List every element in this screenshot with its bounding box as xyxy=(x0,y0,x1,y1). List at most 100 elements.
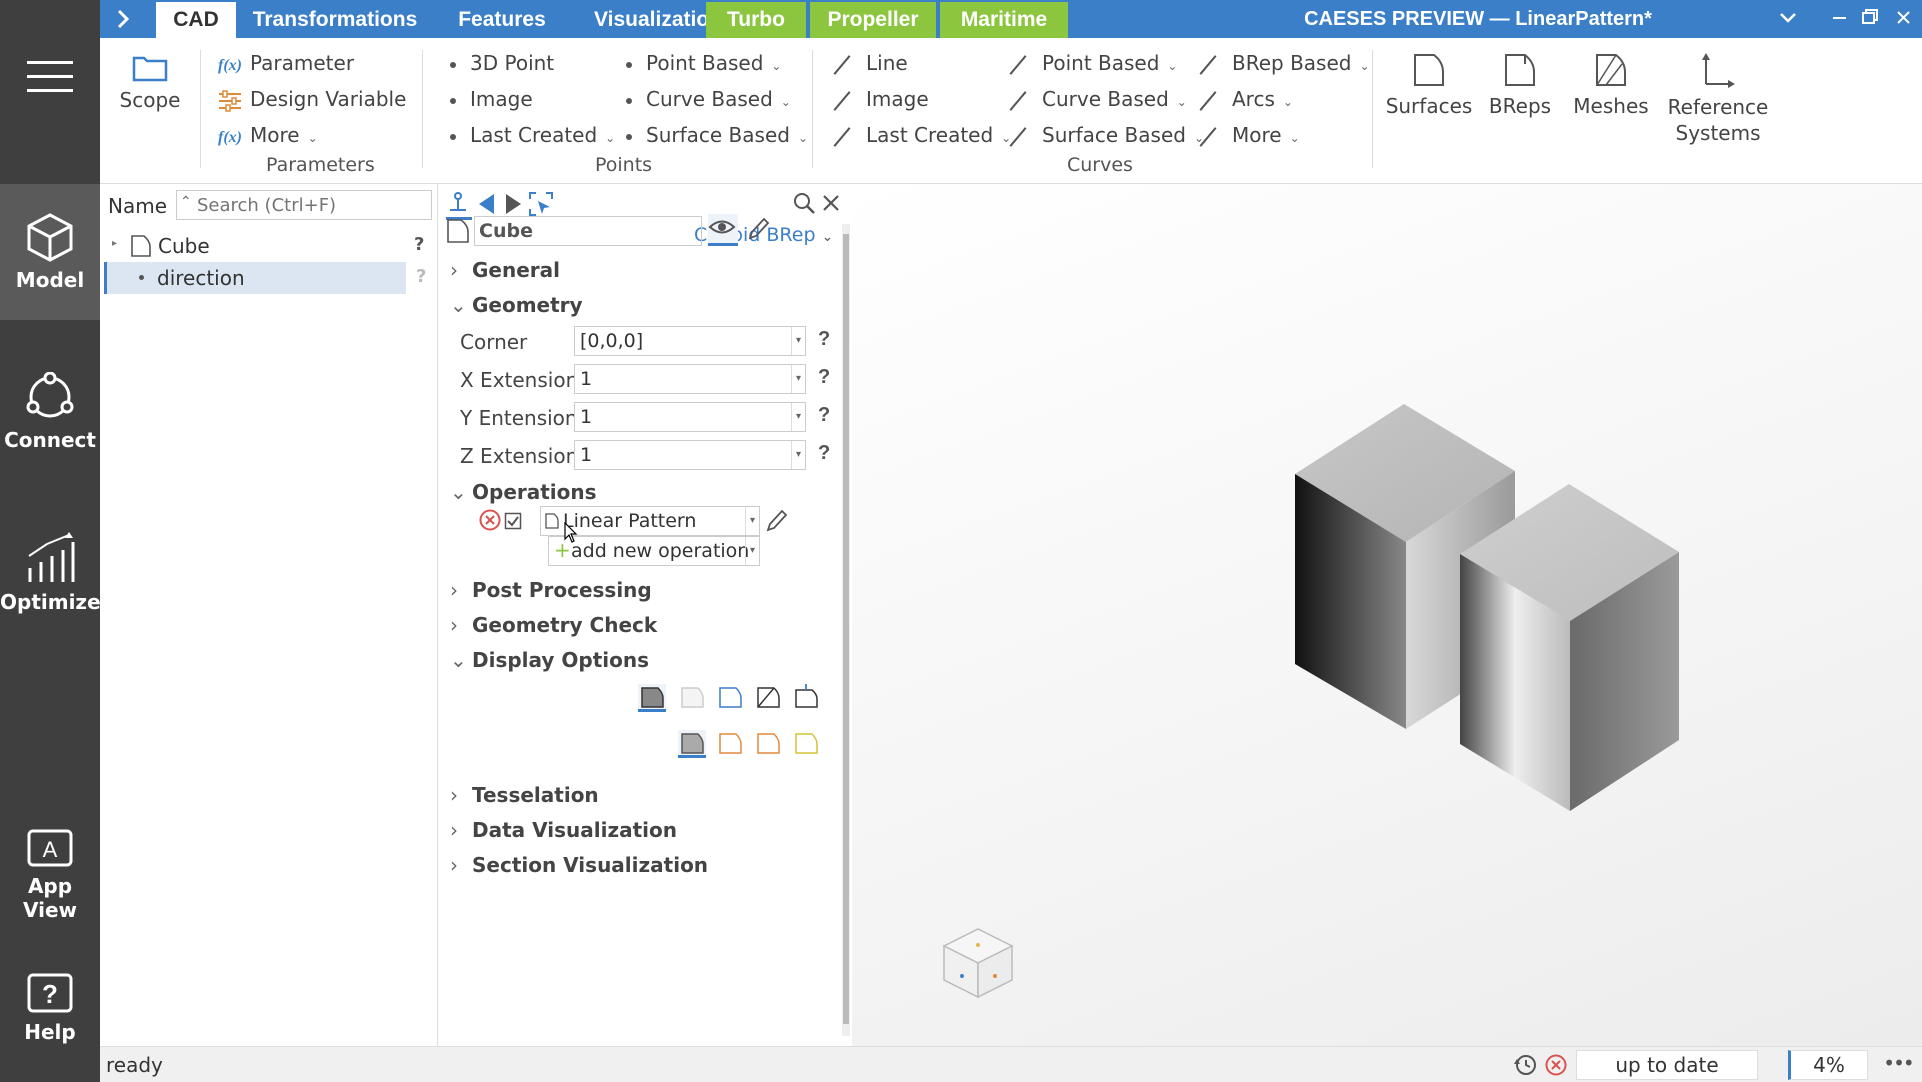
viewport-canvas[interactable] xyxy=(852,184,1922,1046)
display-normals-button[interactable] xyxy=(792,684,820,712)
more-parameters-button[interactable]: f(x) More ⌄ xyxy=(218,123,318,147)
display-mesh-button[interactable] xyxy=(754,684,782,712)
dropdown-arrow-icon[interactable]: ▾ xyxy=(791,365,805,393)
surface-based-point-button[interactable]: Surface Based ⌄ xyxy=(626,123,808,147)
display-transparent-button[interactable] xyxy=(678,684,706,712)
menu-button[interactable] xyxy=(0,56,100,116)
tab-features[interactable]: Features xyxy=(436,2,568,38)
more-options-button[interactable]: ••• xyxy=(1880,1051,1916,1075)
design-variable-button[interactable]: Design Variable xyxy=(218,87,406,112)
point-based-point-button[interactable]: Point Based ⌄ xyxy=(626,51,781,75)
search-button[interactable] xyxy=(792,191,816,215)
back-button[interactable] xyxy=(476,192,498,216)
display-color-grey-button[interactable] xyxy=(678,730,706,758)
y-extension-field[interactable]: 1 ▾ xyxy=(574,402,806,432)
section-tesselation[interactable]: › Tesselation xyxy=(450,783,599,807)
tab-maritime[interactable]: Maritime xyxy=(940,2,1068,38)
breps-button[interactable]: BReps xyxy=(1480,52,1560,118)
surfaces-button[interactable]: Surfaces xyxy=(1384,52,1474,118)
3d-point-button[interactable]: 3D Point xyxy=(450,51,554,75)
cube-2[interactable] xyxy=(1460,484,1679,811)
rail-app-view[interactable]: A App View xyxy=(0,828,100,928)
z-extension-help-icon[interactable]: ? xyxy=(818,442,830,465)
display-shaded-button[interactable] xyxy=(638,684,666,712)
tab-turbo[interactable]: Turbo xyxy=(706,2,806,38)
section-general[interactable]: › General xyxy=(450,258,560,282)
collapse-toggle-icon[interactable]: ▸ xyxy=(112,238,117,249)
tree-search-box[interactable]: ⌃ xyxy=(176,190,432,220)
dropdown-arrow-icon[interactable]: ▾ xyxy=(791,403,805,431)
tree-help-icon[interactable]: ? xyxy=(414,234,424,255)
parameter-button[interactable]: f(x) Parameter xyxy=(218,51,354,75)
cancel-update-button[interactable] xyxy=(1544,1053,1568,1077)
dropdown-arrow-icon[interactable]: ▾ xyxy=(745,507,759,535)
arcs-button[interactable]: Arcs ⌄ xyxy=(1196,87,1293,111)
line-button[interactable]: Line xyxy=(830,51,908,75)
brep-based-curve-button[interactable]: BRep Based ⌄ xyxy=(1196,51,1370,75)
corner-help-icon[interactable]: ? xyxy=(818,328,830,351)
history-button[interactable] xyxy=(1512,1052,1538,1078)
display-color-orange-button[interactable] xyxy=(716,730,744,758)
section-geometry-check[interactable]: › Geometry Check xyxy=(450,613,657,637)
tree-item-cube[interactable]: ▸ Cube ? xyxy=(100,230,438,262)
tree-help-icon[interactable]: ? xyxy=(416,266,426,287)
corner-field[interactable]: [0,0,0] ▾ xyxy=(574,326,806,356)
rail-optimize[interactable]: Optimize xyxy=(0,532,101,632)
minimize-button[interactable] xyxy=(1826,0,1854,38)
tab-transformations[interactable]: Transformations xyxy=(240,2,430,38)
point-based-curve-button[interactable]: Point Based ⌄ xyxy=(1006,51,1177,75)
y-extension-help-icon[interactable]: ? xyxy=(818,404,830,427)
curve-based-point-button[interactable]: Curve Based ⌄ xyxy=(626,87,791,111)
display-color-yellow-button[interactable] xyxy=(792,730,820,758)
surface-based-curve-button[interactable]: Surface Based ⌄ xyxy=(1006,123,1204,147)
restore-button[interactable] xyxy=(1856,0,1884,38)
section-operations[interactable]: ⌄ Operations xyxy=(450,480,597,504)
pin-button[interactable] xyxy=(446,190,472,220)
remove-operation-button[interactable] xyxy=(478,508,502,532)
dropdown-arrow-icon[interactable]: ▾ xyxy=(791,441,805,469)
image-curve-button[interactable]: Image xyxy=(830,87,929,111)
meshes-button[interactable]: Meshes xyxy=(1566,52,1656,118)
tree-search-input[interactable] xyxy=(197,193,427,217)
forward-button[interactable] xyxy=(502,192,524,216)
sort-up-icon[interactable]: ⌃ xyxy=(180,193,192,210)
x-extension-help-icon[interactable]: ? xyxy=(818,366,830,389)
close-window-button[interactable] xyxy=(1890,0,1918,38)
select-button[interactable] xyxy=(528,191,554,217)
display-color-orange2-button[interactable] xyxy=(754,730,782,758)
section-display-options[interactable]: ⌄ Display Options xyxy=(450,648,649,672)
operation-enabled-checkbox[interactable] xyxy=(504,512,522,530)
section-geometry[interactable]: ⌄ Geometry xyxy=(450,293,583,317)
rail-model[interactable]: Model xyxy=(0,184,100,320)
display-wireframe-button[interactable] xyxy=(716,684,744,712)
add-operation-field[interactable]: + add new operation ▾ xyxy=(548,536,760,566)
rail-help[interactable]: ? Help xyxy=(0,972,100,1072)
image-point-button[interactable]: Image xyxy=(450,87,533,111)
curve-based-curve-button[interactable]: Curve Based ⌄ xyxy=(1006,87,1187,111)
expand-rail-button[interactable] xyxy=(110,6,136,32)
rail-connect[interactable]: Connect xyxy=(0,372,100,472)
orientation-cube[interactable] xyxy=(942,928,1014,999)
scrollbar-thumb[interactable] xyxy=(843,234,849,1024)
scope-button[interactable]: Scope xyxy=(118,52,182,112)
edit-operation-button[interactable] xyxy=(764,508,788,534)
tree-item-direction[interactable]: direction xyxy=(104,262,406,294)
z-extension-field[interactable]: 1 ▾ xyxy=(574,440,806,470)
tab-cad[interactable]: CAD xyxy=(156,2,236,38)
edit-name-button[interactable] xyxy=(746,216,770,242)
last-created-point-button[interactable]: Last Created ⌄ xyxy=(450,123,615,147)
section-section-visualization[interactable]: › Section Visualization xyxy=(450,853,708,877)
tab-propeller[interactable]: Propeller xyxy=(810,2,936,38)
object-name-field[interactable]: Cube xyxy=(474,216,702,246)
more-curves-button[interactable]: More ⌄ xyxy=(1196,123,1300,147)
section-post-processing[interactable]: › Post Processing xyxy=(450,578,652,602)
reference-systems-button[interactable]: Reference Systems xyxy=(1656,52,1780,146)
window-menu-button[interactable] xyxy=(1774,0,1802,38)
x-extension-field[interactable]: 1 ▾ xyxy=(574,364,806,394)
dropdown-arrow-icon[interactable]: ▾ xyxy=(745,537,759,565)
dropdown-arrow-icon[interactable]: ▾ xyxy=(791,327,805,355)
properties-scrollbar[interactable] xyxy=(842,224,850,1036)
section-data-visualization[interactable]: › Data Visualization xyxy=(450,818,677,842)
visibility-toggle[interactable] xyxy=(708,214,738,246)
close-panel-button[interactable] xyxy=(820,192,842,214)
